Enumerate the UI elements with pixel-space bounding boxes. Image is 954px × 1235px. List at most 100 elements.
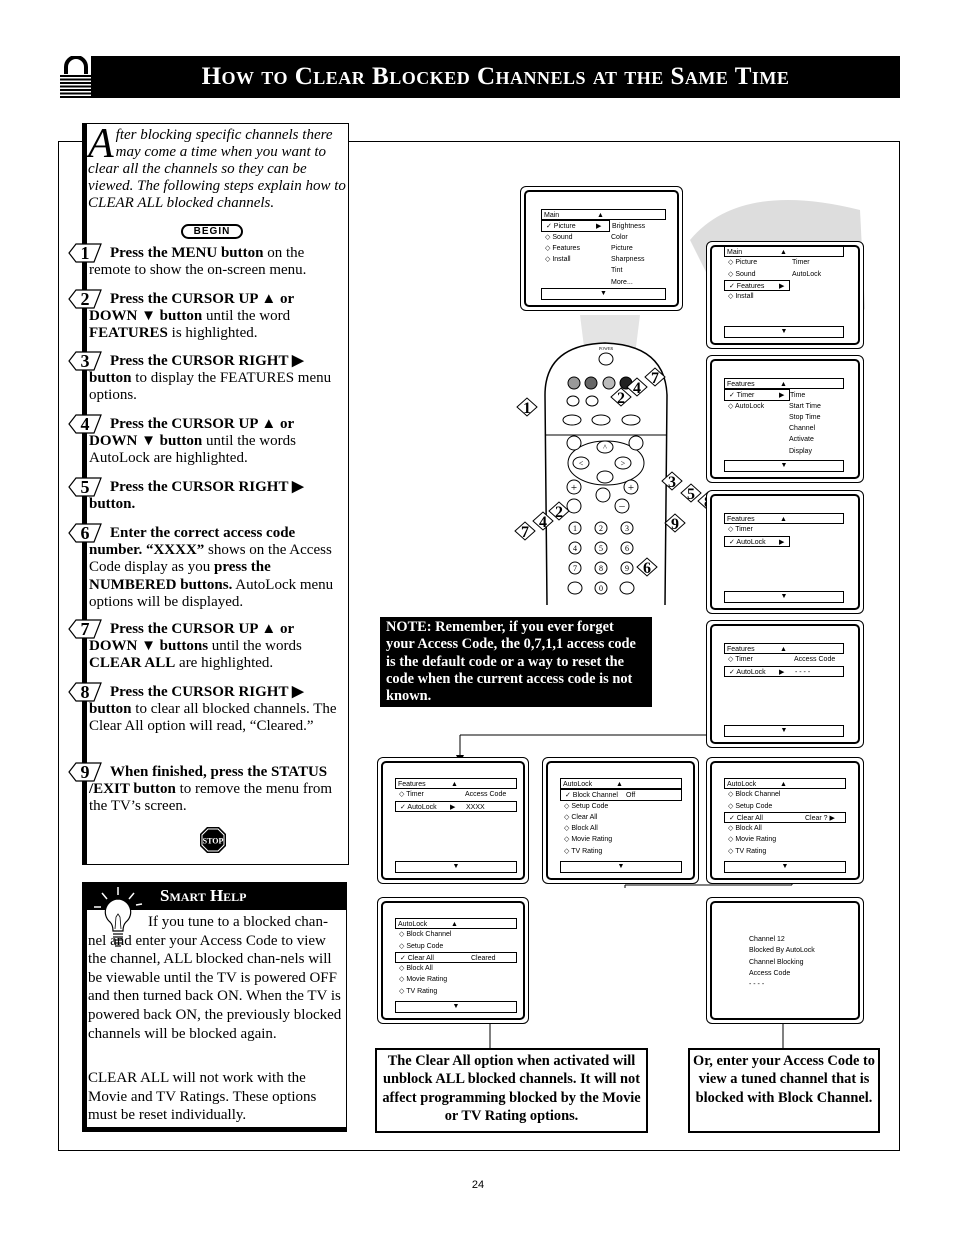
menu-item[interactable]: ◇ Timer Access Code [724,654,844,665]
menu-item[interactable]: More... [541,277,666,288]
menu-item[interactable]: ◇ Block All [724,823,846,834]
number-button-1[interactable]: 1 [568,521,582,535]
step-number: 7 [80,619,90,639]
scroll-down-icon: ▼ [724,591,844,603]
menu-item[interactable]: ◇ Timer [724,524,844,535]
auto-sound-button[interactable] [562,414,582,426]
step-8: 8 Press the CURSOR RIGHT ▶ button to clea… [68,682,343,736]
menu-item[interactable]: ◇ Block Channel [724,789,846,800]
menu-item[interactable]: ✓ Picture ▶ Brightness [541,220,645,232]
step-2: 2 Press the CURSOR UP ▲ or DOWN ▼ button … [68,289,343,343]
menu-item[interactable]: ◇ Install [724,291,844,302]
menu-item[interactable]: Display [724,446,844,457]
menu-item[interactable]: ✓ Timer ▶ Time [724,389,805,401]
menu-item[interactable]: ✓ AutoLock ▶ [724,535,790,547]
osd-menu: Features ▲ ✓ Timer ▶ Time ◇ AutoLock Start Tim… [724,378,844,457]
step-number: 1 [80,243,90,263]
menu-item[interactable]: Channel [724,423,844,434]
scroll-down-icon: ▼ [395,861,517,873]
clock-button[interactable] [619,581,635,595]
red-button[interactable] [567,376,581,390]
menu-item[interactable]: ✓ Clear All Clear ? ▶ [724,811,846,824]
menu-item[interactable]: ◇ Sound Color [541,232,666,243]
menu-item[interactable]: Stop Time [724,412,844,423]
svg-text:<: < [579,459,584,468]
number-button-5[interactable]: 5 [594,541,608,555]
sleep-button[interactable] [567,581,583,595]
svg-text:0: 0 [599,584,603,593]
menu-item[interactable]: ✓ AutoLock ▶ XXXX [395,800,517,812]
menu-item[interactable]: ◇ Setup Code [724,801,846,812]
number-button-9[interactable]: 9 [620,561,634,575]
number-button-2[interactable]: 2 [594,521,608,535]
svg-text:4: 4 [573,544,577,553]
av-button[interactable] [585,395,599,407]
yellow-button[interactable] [602,376,616,390]
number-button-4[interactable]: 4 [568,541,582,555]
number-button-3[interactable]: 3 [620,521,634,535]
menu-item[interactable]: ◇ Timer Access Code [395,789,517,800]
menu-header: Features ▲ [395,778,517,790]
step-1: 1 Press the MENU button on the remote to … [68,243,343,279]
auto-picture-button[interactable] [621,414,641,426]
green-button[interactable] [584,376,598,390]
menu-item[interactable]: ✓ Block Channel Off [560,789,682,801]
menu-item[interactable]: ✓ AutoLock ▶ - - - - [724,665,844,677]
menu-item[interactable]: ◇ Movie Rating [395,974,517,985]
menu-item-value: Stop Time [789,413,821,421]
step-number-badge: 7 [68,619,102,639]
exit-button[interactable] [628,435,644,451]
smart-help-paragraph-2: CLEAR ALL will not work with the Movie a… [88,1070,317,1124]
menu-button[interactable] [566,435,582,451]
menu-item[interactable]: ◇ Block All [560,823,682,834]
svg-text:8: 8 [599,564,603,573]
menu-item[interactable]: ◇ Features Picture [541,243,666,254]
menu-item[interactable]: ◇ Sound AutoLock [724,269,844,280]
menu-item[interactable]: ◇ Block All [395,963,517,974]
menu-item[interactable]: ◇ Movie Rating [560,834,682,845]
menu-item[interactable]: ◇ Picture Timer [724,257,844,268]
menu-item-label: ◇ Timer [399,791,424,799]
menu-item[interactable]: ◇ Setup Code [395,941,517,952]
menu-item-label: ◇ TV Rating [399,987,438,995]
svg-text:7: 7 [573,564,577,573]
cc-button[interactable] [591,414,611,426]
menu-item[interactable]: ◇ TV Rating [724,846,846,857]
menu-item-value: Activate [789,436,814,444]
menu-header: AutoLock ▲ [724,778,846,790]
power-button[interactable] [598,352,614,366]
clear-all-callout: The Clear All option when activated will… [375,1048,648,1133]
menu-item-value: AutoLock [792,270,822,278]
menu-item-value: Access Code [794,656,836,664]
menu-item[interactable]: ◇ Clear All [560,812,682,823]
mute-button[interactable] [595,487,611,503]
menu-item[interactable]: ◇ AutoLock Start Time [724,401,844,412]
access-code-callout: Or, enter your Access Code to view a tun… [688,1048,880,1133]
menu-item-value: Color [611,233,628,241]
tv-screen-s6: Features ▲ ◇ Timer Access Code ✓ AutoLock ▶ XX… [377,757,529,884]
cursor-down-button[interactable] [596,470,614,484]
menu-item[interactable]: ◇ Setup Code [560,801,682,812]
menu-item[interactable]: ◇ Block Channel [395,929,517,940]
number-button-8[interactable]: 8 [594,561,608,575]
menu-item[interactable]: ◇ TV Rating [395,986,517,997]
number-button-0[interactable]: 0 [594,581,608,595]
menu-item[interactable]: ✓ Features ▶ [724,279,790,292]
step-number-badge: 3 [68,351,102,371]
smiley-button[interactable] [566,395,580,407]
menu-item[interactable]: Activate [724,434,844,445]
step-number-badge: 5 [68,477,102,497]
menu-item[interactable]: ✓ Clear All Cleared [395,951,517,964]
message-line: - - - - [749,981,765,989]
menu-item[interactable]: Tint [541,265,666,276]
tv-screen-s4: Features ▲ ◇ Timer ✓ AutoLock ▶ ▼ [706,490,864,614]
number-button-6[interactable]: 6 [620,541,634,555]
number-button-7[interactable]: 7 [568,561,582,575]
menu-header: Main ▲ [541,209,666,221]
menu-title: Features [727,516,755,523]
step-5: 5 Press the CURSOR RIGHT ▶ button. [68,477,343,513]
menu-item[interactable]: ◇ Movie Rating [724,834,846,845]
menu-item[interactable]: ◇ TV Rating [560,846,682,857]
submenu-arrow-icon: ▶ [779,668,785,676]
menu-item[interactable]: ◇ Install Sharpness [541,254,666,265]
